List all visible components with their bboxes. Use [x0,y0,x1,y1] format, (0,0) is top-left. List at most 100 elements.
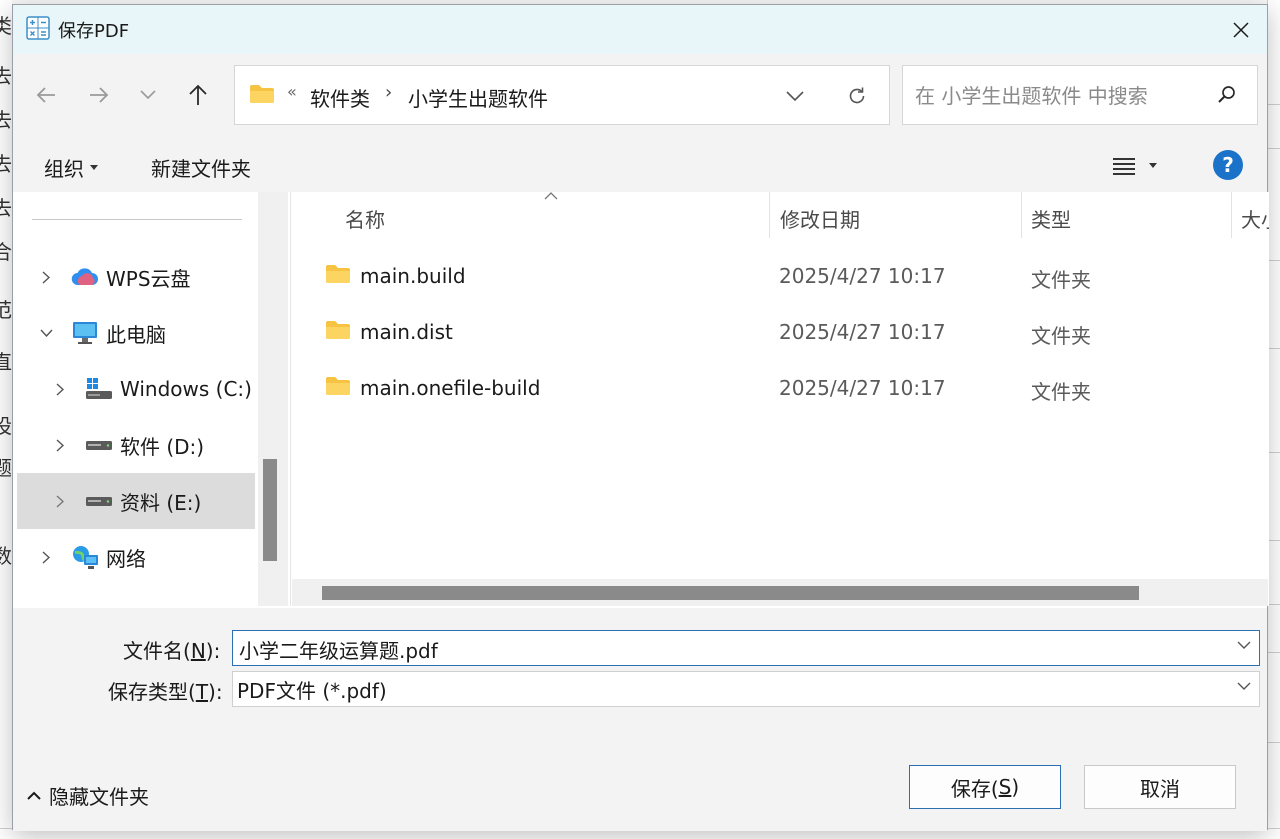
expand-caret-icon[interactable] [39,270,53,284]
computer-icon [71,320,99,346]
sidebar-item-network[interactable]: 网络 [17,529,255,585]
file-date: 2025/4/27 10:17 [779,376,946,400]
list-view-icon [1113,158,1135,175]
chevron-down-icon[interactable] [1237,640,1251,650]
caret-down-icon [90,164,98,170]
back-arrow-icon [36,87,55,103]
cancel-button[interactable]: 取消 [1084,765,1236,809]
new-folder-button[interactable]: 新建文件夹 [151,153,251,182]
file-row[interactable]: main.dist 2025/4/27 10:17 文件夹 [291,306,1269,362]
title-bar[interactable]: 保存PDF [13,5,1267,54]
search-box[interactable] [902,65,1258,125]
sidebar-item-label: 此电脑 [106,322,166,347]
filetype-select[interactable]: PDF文件 (*.pdf) [232,671,1260,707]
column-header-name[interactable]: 名称 [345,204,385,233]
navigation-scrollbar-thumb[interactable] [263,459,277,561]
background-text: 去 [0,64,12,88]
sidebar-item-drive-c[interactable]: Windows (C:) [17,361,255,417]
navigation-bar: « 软件类 › 小学生出题软件 [13,54,1267,138]
expand-caret-icon[interactable] [53,382,67,396]
sidebar-item-label: 软件 (D:) [120,434,205,459]
dialog-title: 保存PDF [58,21,130,42]
folder-icon [326,377,350,395]
refresh-button[interactable] [845,84,869,108]
horizontal-scrollbar-thumb[interactable] [322,586,1139,600]
column-header-type[interactable]: 类型 [1031,204,1071,233]
file-name: main.onefile-build [360,376,541,400]
breadcrumb-software[interactable]: 软件类 [310,83,370,112]
breadcrumb-separator[interactable]: › [385,82,392,103]
sidebar-item-drive-d[interactable]: 软件 (D:) [17,417,255,473]
file-type: 文件夹 [1031,324,1091,348]
background-text: 去 [0,152,12,176]
sidebar-item-label: 资料 (E:) [120,490,202,515]
expand-caret-icon[interactable] [39,550,53,564]
refresh-icon [849,87,865,104]
address-history-button[interactable] [783,84,807,108]
file-list-horizontal-scrollbar[interactable] [292,579,1268,606]
file-date: 2025/4/27 10:17 [779,320,946,344]
file-name: main.build [360,264,466,288]
hide-folders-button[interactable]: 隐藏文件夹 [27,781,149,810]
save-options-panel: 文件名(N): 保存类型(T): PDF文件 (*.pdf) [13,608,1267,721]
drive-icon [85,488,113,514]
back-button[interactable] [31,80,61,110]
up-arrow-icon [189,84,207,105]
breadcrumb-current-folder[interactable]: 小学生出题软件 [408,83,548,112]
chevron-up-icon [27,791,41,800]
dialog-footer: 隐藏文件夹 保存(S) 取消 [13,721,1267,831]
expand-caret-icon[interactable] [53,494,67,508]
file-type: 文件夹 [1031,380,1091,404]
column-header-size[interactable]: 大小 [1241,204,1269,233]
background-text: 题 [0,456,12,480]
sidebar-item-drive-e[interactable]: 资料 (E:) [17,473,255,529]
expand-caret-icon[interactable] [53,438,67,452]
folder-icon [250,85,274,103]
windows-drive-icon [85,376,113,402]
organize-menu-button[interactable]: 组织 [44,153,98,182]
sidebar-item-this-pc[interactable]: 此电脑 [17,305,255,361]
filetype-label: 保存类型(T): [108,680,223,704]
forward-button[interactable] [84,80,114,110]
address-bar[interactable]: « 软件类 › 小学生出题软件 [234,65,890,125]
file-row[interactable]: main.build 2025/4/27 10:17 文件夹 [291,250,1269,306]
recent-locations-button[interactable] [133,80,163,110]
sort-ascending-icon [544,192,558,200]
address-overflow-icon[interactable]: « [287,82,297,101]
background-left-column: 类 去 去 去 去 合 范 直 设 题 数 [0,0,12,839]
column-separator[interactable] [1021,192,1022,238]
chevron-down-icon[interactable] [1237,681,1251,691]
background-text: 直 [0,350,12,374]
background-text: 设 [0,414,12,438]
filetype-value: PDF文件 (*.pdf) [237,679,387,703]
column-header-date[interactable]: 修改日期 [780,204,860,233]
hide-folders-label: 隐藏文件夹 [49,785,149,809]
file-type: 文件夹 [1031,268,1091,292]
sidebar-item-label: WPS云盘 [106,266,191,291]
search-input[interactable] [913,80,1207,112]
background-text: 范 [0,298,12,322]
file-date: 2025/4/27 10:17 [779,264,946,288]
caret-down-icon [1149,163,1157,168]
column-separator[interactable] [1231,192,1232,238]
view-options-button[interactable] [1113,153,1173,179]
navigation-divider [32,219,242,220]
sidebar-item-wps-cloud[interactable]: WPS云盘 [17,249,255,305]
column-separator[interactable] [769,192,770,238]
search-icon[interactable] [1217,85,1237,105]
sidebar-item-label: Windows (C:) [120,377,252,401]
close-button[interactable] [1215,5,1267,54]
background-text: 去 [0,196,12,220]
background-text: 去 [0,108,12,132]
file-list: 名称 修改日期 类型 大小 main.build 2025/4/27 10:17… [290,192,1269,606]
collapse-caret-icon[interactable] [39,326,53,340]
save-button[interactable]: 保存(S) [909,765,1061,809]
file-row[interactable]: main.onefile-build 2025/4/27 10:17 文件夹 [291,362,1269,418]
background-text: 合 [0,240,12,264]
filename-combobox[interactable] [232,630,1260,666]
filename-input[interactable] [237,634,1221,664]
background-text: 数 [0,544,12,568]
up-button[interactable] [183,80,213,110]
navigation-scrollbar[interactable] [258,192,288,606]
help-button[interactable]: ? [1213,150,1243,180]
